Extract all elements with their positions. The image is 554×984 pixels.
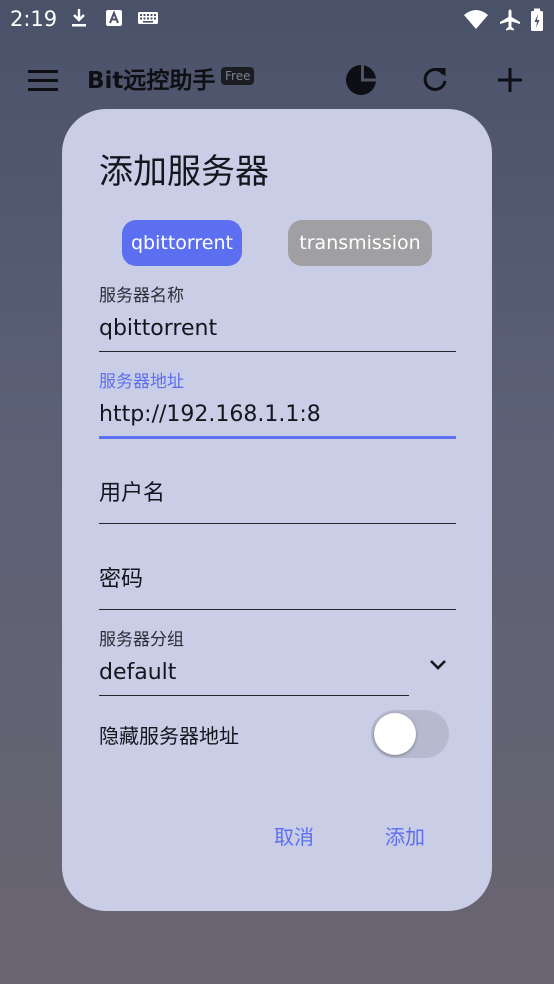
server-address-field[interactable]: 服务器地址 http://192.168.1.1:8 [99,371,456,439]
text-a-icon [106,10,122,26]
username-placeholder: 用户名 [99,481,166,506]
chip-transmission[interactable]: transmission [288,220,432,266]
keyboard-icon [138,12,158,24]
wifi-icon [464,10,488,29]
server-name-value: qbittorrent [99,316,218,341]
server-group-label: 服务器分组 [99,630,184,650]
refresh-icon[interactable] [421,66,449,94]
download-icon [72,9,86,27]
menu-icon[interactable] [28,70,58,92]
dialog-title: 添加服务器 [99,152,269,192]
app-bar: Bit远控助手 Free [0,48,554,114]
server-address-value: http://192.168.1.1:8 [99,402,321,427]
battery-icon [531,8,543,31]
add-icon[interactable] [497,67,523,93]
screen: 2:19 Bit远控助手 Free 添加服务器 qbittorrent tran… [0,0,554,984]
hide-address-label: 隐藏服务器地址 [99,724,239,748]
toggle-thumb [374,713,416,755]
chip-qbittorrent[interactable]: qbittorrent [122,220,242,266]
server-name-field[interactable]: 服务器名称 qbittorrent [99,285,456,352]
chevron-down-icon[interactable] [429,659,447,671]
password-placeholder: 密码 [99,567,144,592]
free-badge: Free [221,67,255,85]
cancel-button[interactable]: 取消 [274,822,314,852]
pie-chart-icon[interactable] [345,64,377,96]
add-button[interactable]: 添加 [385,822,425,852]
status-bar: 2:19 [0,0,554,38]
server-name-label: 服务器名称 [99,286,184,306]
airplane-icon [500,9,520,31]
add-server-dialog: 添加服务器 qbittorrent transmission 服务器名称 qbi… [62,109,492,911]
password-field[interactable]: 密码 [99,543,456,610]
status-time: 2:19 [10,7,58,31]
server-group-value: default [99,660,177,685]
server-address-label: 服务器地址 [99,372,184,392]
username-field[interactable]: 用户名 [99,457,456,524]
app-title: Bit远控助手 [87,68,216,94]
server-group-dropdown[interactable]: 服务器分组 default [99,629,446,696]
hide-address-toggle[interactable] [371,710,449,758]
